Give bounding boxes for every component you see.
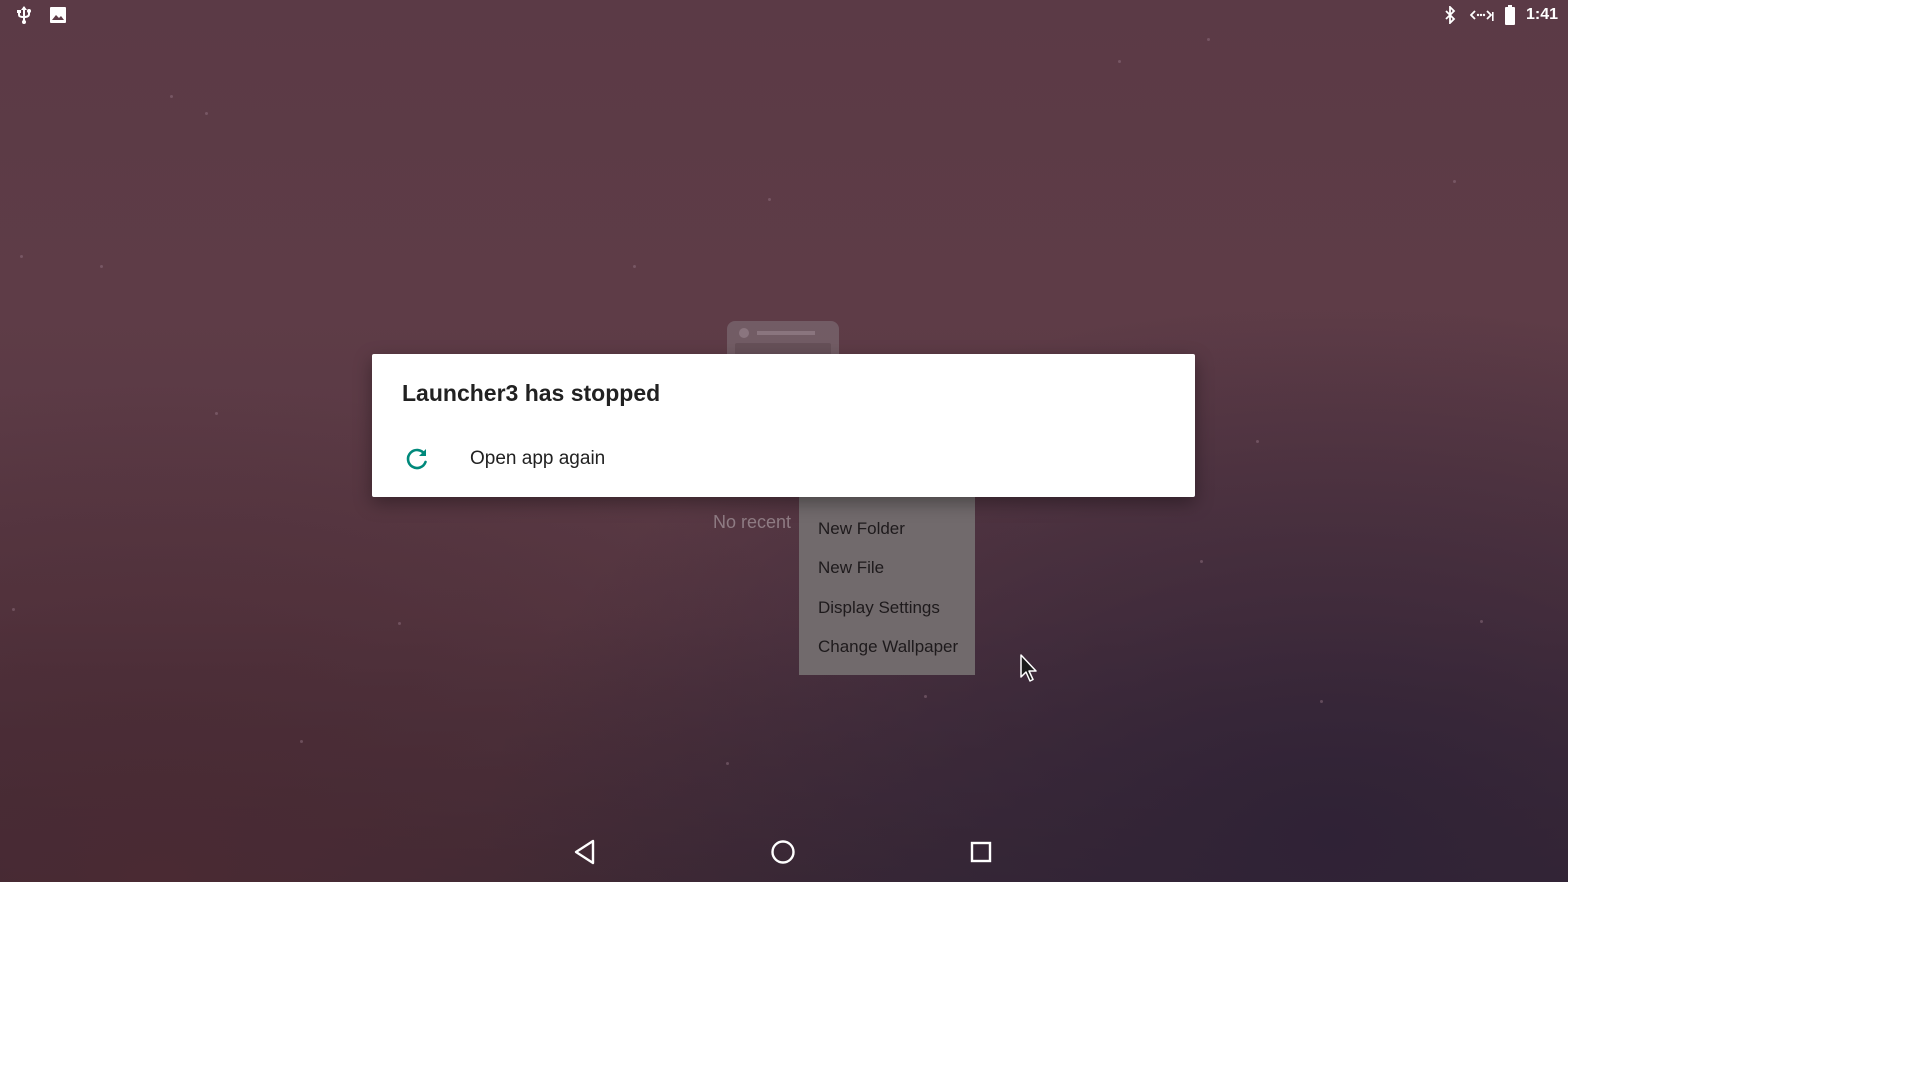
back-icon	[573, 839, 597, 870]
status-bar: 1:41	[0, 0, 1568, 30]
recents-icon	[970, 841, 992, 868]
mouse-pointer-icon	[1019, 654, 1041, 684]
open-app-again-button[interactable]: Open app again	[372, 436, 1195, 486]
home-button[interactable]	[763, 834, 803, 874]
menu-item-new-folder[interactable]: New Folder	[818, 519, 905, 539]
no-recent-label: No recent	[713, 512, 792, 532]
app-stopped-dialog: Launcher3 has stopped Open app again	[372, 354, 1195, 497]
menu-item-new-file[interactable]: New File	[818, 558, 884, 578]
recents-button[interactable]	[961, 834, 1001, 874]
usb-icon	[14, 4, 34, 26]
home-icon	[770, 839, 796, 870]
bluetooth-icon	[1440, 4, 1460, 26]
data-transfer-icon	[1469, 4, 1494, 26]
home-screen[interactable]: 1:41 No recent New Folder New File Displ…	[0, 0, 1568, 882]
back-button[interactable]	[565, 834, 605, 874]
open-app-again-label: Open app again	[470, 448, 606, 469]
menu-item-change-wallpaper[interactable]: Change Wallpaper	[818, 637, 958, 657]
menu-item-display-settings[interactable]: Display Settings	[818, 598, 940, 618]
clock: 1:41	[1525, 6, 1558, 23]
image-icon	[48, 4, 68, 26]
refresh-icon	[404, 446, 430, 472]
battery-icon	[1504, 4, 1516, 26]
dialog-title: Launcher3 has stopped	[402, 380, 661, 406]
navigation-bar	[0, 822, 1568, 882]
desktop-context-menu: New Folder New File Display Settings Cha…	[799, 497, 975, 675]
